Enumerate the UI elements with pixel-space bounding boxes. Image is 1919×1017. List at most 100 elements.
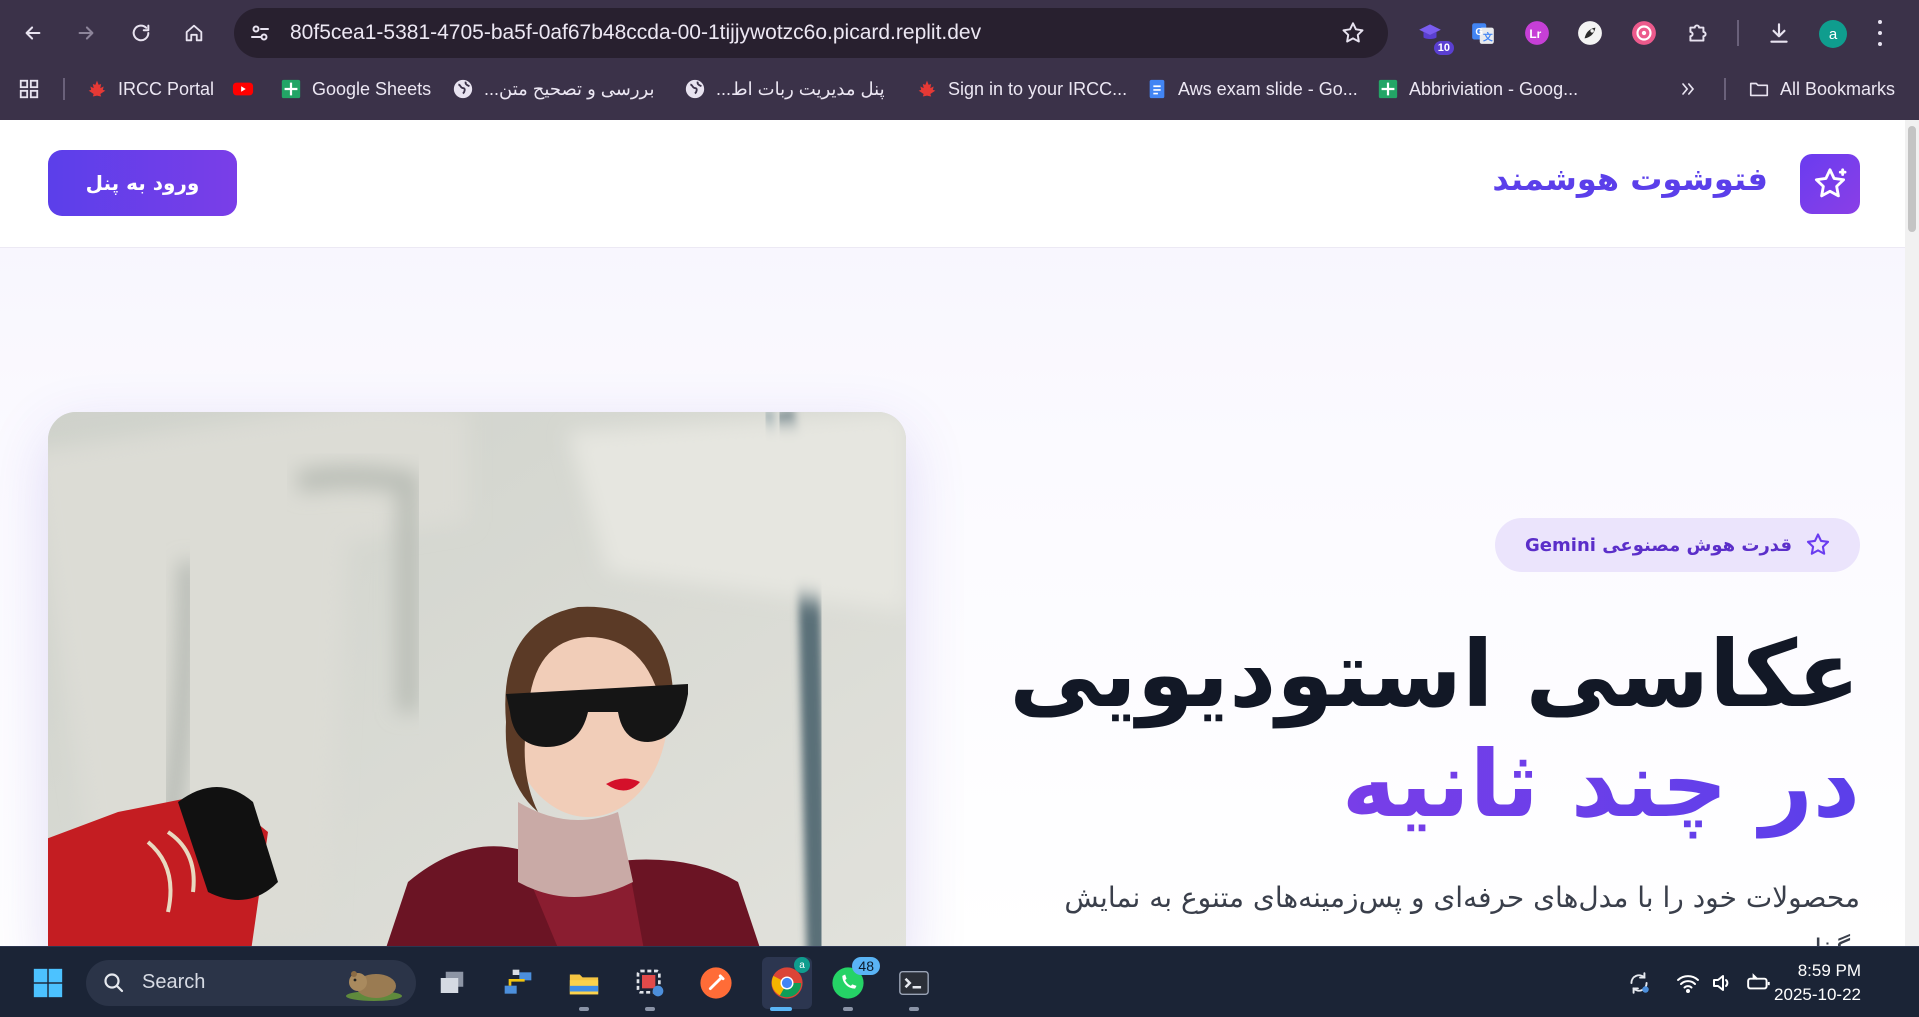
toolbar: 80f5cea1-5381-4705-ba5f-0af67b48ccda-00-… <box>0 0 1919 66</box>
arrow-right-icon <box>78 26 94 40</box>
bookmark-star-icon[interactable] <box>1340 20 1366 46</box>
toolbar-divider <box>1737 20 1739 46</box>
bookmark-label: پنل مدیریت ربات اط... <box>716 78 885 99</box>
sheets-icon <box>280 78 302 100</box>
extension-lr-icon[interactable]: Lr <box>1521 17 1553 49</box>
postman-icon[interactable] <box>696 963 736 1003</box>
bookmark-aws-slide[interactable]: Aws exam slide - Go... <box>1146 76 1358 102</box>
snipping-tool-icon[interactable] <box>630 963 670 1003</box>
home-button[interactable] <box>178 17 210 49</box>
youtube-icon <box>232 78 254 100</box>
bookmarks-overflow-chevron-icon[interactable] <box>1678 76 1698 102</box>
profile-avatar[interactable]: a <box>1819 20 1847 48</box>
extensions-puzzle-icon[interactable] <box>1682 17 1714 49</box>
bookmark-youtube[interactable] <box>232 76 254 102</box>
extension-target-icon[interactable] <box>1628 17 1660 49</box>
clock-time: 8:59 PM <box>1797 961 1861 980</box>
sheets-icon <box>1377 78 1399 100</box>
apps-grid-icon[interactable] <box>18 76 40 102</box>
chrome-profile-badge: a <box>794 957 810 973</box>
hero-subtext: محصولات خود را با مدل‌های حرفه‌ای و پس‌ز… <box>1064 881 1860 946</box>
forward-button[interactable] <box>70 17 102 49</box>
svg-text:Lr: Lr <box>1529 27 1541 41</box>
reload-button[interactable] <box>125 17 157 49</box>
web-page: ورود به پنل فتوشوت هوشمند قدرت هوش مصنوع… <box>0 120 1919 946</box>
home-icon <box>185 24 203 42</box>
wifi-icon[interactable] <box>1674 969 1702 997</box>
system-clock[interactable]: 8:59 PM 2025-10-22 <box>1774 959 1861 1007</box>
bookmark-label: Google Sheets <box>312 78 432 99</box>
svg-text:G: G <box>1475 27 1483 38</box>
google-translate-icon[interactable]: G文 <box>1467 17 1499 49</box>
bookmark-google-sheets[interactable]: Google Sheets <box>280 76 431 102</box>
gemini-power-badge: قدرت هوش مصنوعی Gemini <box>1495 518 1860 572</box>
site-info-icon[interactable] <box>248 21 272 45</box>
sparkle-star-icon <box>1814 168 1847 198</box>
bookmark-label: Aws exam slide - Go... <box>1178 78 1358 99</box>
volume-icon[interactable] <box>1708 969 1736 997</box>
bookmark-ircc-portal[interactable]: IRCC Portal <box>86 76 214 102</box>
windows-taskbar: Search a 48 8:59 PM 2025-10-22 <box>0 946 1919 1017</box>
browser-chrome: 80f5cea1-5381-4705-ba5f-0af67b48ccda-00-… <box>0 0 1919 120</box>
all-bookmarks-label: All Bookmarks <box>1780 78 1896 99</box>
docs-icon <box>1146 78 1168 100</box>
folder-icon <box>1748 78 1770 100</box>
arrow-left-icon <box>25 26 41 40</box>
brand-name[interactable]: فتوشوت هوشمند <box>1492 160 1768 198</box>
file-explorer-icon[interactable] <box>564 963 604 1003</box>
taskbar-search[interactable]: Search <box>86 960 416 1006</box>
bookmark-label: بررسی و تصحیح متن... <box>484 78 655 99</box>
page-scrollbar[interactable] <box>1905 120 1919 946</box>
globe-icon <box>684 78 706 100</box>
bookmark-bot-panel[interactable]: پنل مدیریت ربات اط... <box>684 76 885 102</box>
maple-leaf-icon <box>86 78 108 100</box>
whatsapp-icon[interactable]: 48 <box>828 957 880 1003</box>
maple-leaf-icon <box>916 78 938 100</box>
address-bar[interactable]: 80f5cea1-5381-4705-ba5f-0af67b48ccda-00-… <box>234 8 1388 58</box>
globe-icon <box>452 78 474 100</box>
headline-line-2: در چند ثانیه <box>1009 730 1860 840</box>
sparkle-star-icon <box>1806 533 1830 555</box>
scrollbar-thumb[interactable] <box>1908 126 1916 232</box>
windows-start-icon[interactable] <box>28 963 68 1003</box>
login-panel-button[interactable]: ورود به پنل <box>48 150 237 216</box>
terminal-icon[interactable] <box>894 963 934 1003</box>
headline-line-1: عکاسی استودیویی <box>1009 621 1860 728</box>
bookmark-abbriviation[interactable]: Abbriviation - Goog... <box>1377 76 1578 102</box>
bookmark-text-review[interactable]: بررسی و تصحیح متن... <box>452 76 654 102</box>
clock-date: 2025-10-22 <box>1774 985 1861 1004</box>
hero-model-photo <box>48 412 906 946</box>
bookmark-label: IRCC Portal <box>118 78 215 99</box>
bookmark-label: Sign in to your IRCC... <box>948 78 1128 99</box>
bookmark-ircc-signin[interactable]: Sign in to your IRCC... <box>916 76 1127 102</box>
whatsapp-unread-badge: 48 <box>852 957 880 975</box>
bookmarks-divider <box>1724 78 1726 100</box>
extension-graduation-icon[interactable]: 10 <box>1414 17 1454 55</box>
bookmarks-divider <box>63 78 65 100</box>
explorer-running-indicator <box>579 1007 589 1011</box>
search-placeholder: Search <box>142 971 206 993</box>
sync-icon[interactable] <box>1625 969 1653 997</box>
browser-menu-icon[interactable] <box>1876 20 1884 46</box>
svg-text:文: 文 <box>1483 31 1493 44</box>
brand-logo[interactable] <box>1800 154 1860 214</box>
bookmark-label: Abbriviation - Goog... <box>1409 78 1579 99</box>
back-button[interactable] <box>17 17 49 49</box>
chrome-active-indicator <box>770 1007 792 1011</box>
all-bookmarks-button[interactable]: All Bookmarks <box>1748 76 1895 102</box>
whatsapp-running-indicator <box>843 1007 853 1011</box>
reload-icon <box>132 24 150 42</box>
download-icon[interactable] <box>1763 17 1795 49</box>
extension-badge: 10 <box>1433 41 1454 55</box>
snipping-running-indicator <box>645 1007 655 1011</box>
chrome-taskbar-icon[interactable]: a <box>762 957 812 1009</box>
network-app-icon[interactable] <box>498 963 538 1003</box>
wombat-search-highlight-icon <box>346 971 402 1001</box>
terminal-running-indicator <box>909 1007 919 1011</box>
task-view-icon[interactable] <box>432 963 472 1003</box>
url-text[interactable]: 80f5cea1-5381-4705-ba5f-0af67b48ccda-00-… <box>290 21 981 45</box>
battery-icon[interactable] <box>1745 969 1773 997</box>
extension-rocket-icon[interactable] <box>1574 17 1606 49</box>
hero-headline: عکاسی استودیویی در چند ثانیه <box>1009 620 1860 840</box>
badge-text: قدرت هوش مصنوعی Gemini <box>1525 534 1792 556</box>
